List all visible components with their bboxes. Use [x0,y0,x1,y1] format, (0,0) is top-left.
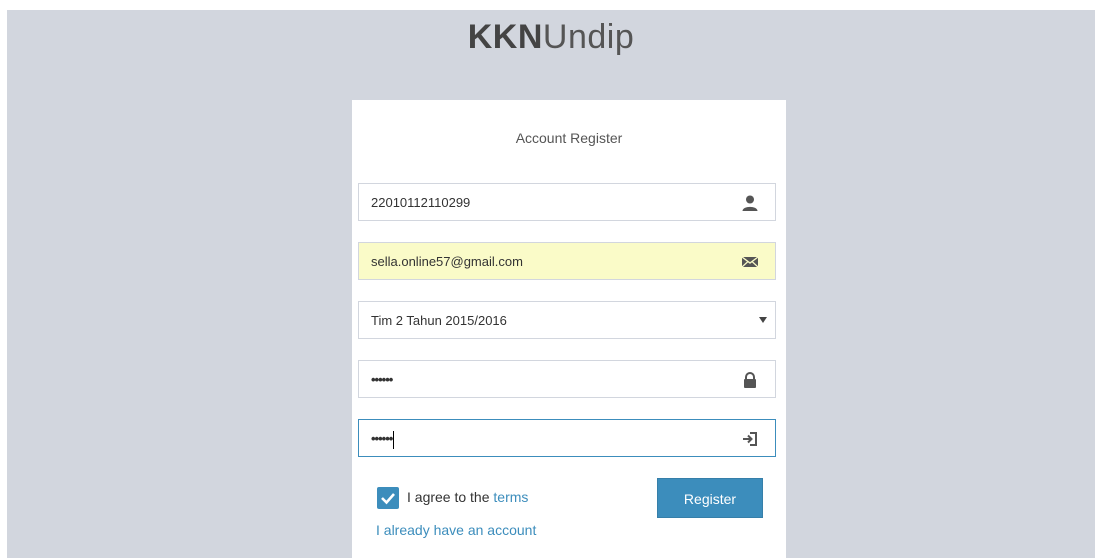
envelope-icon [741,256,759,268]
page-background: KKNUndip Account Register 22010112110299… [7,10,1095,558]
user-icon [742,195,758,211]
team-selected-value: Tim 2 Tahun 2015/2016 [371,313,507,328]
email-value: sella.online57@gmail.com [371,254,523,269]
log-in-icon [743,432,757,446]
agree-checkbox[interactable] [377,487,399,509]
brand-logo-light: Undip [542,18,635,56]
email-field[interactable]: sella.online57@gmail.com [358,242,776,280]
brand-logo: KKNUndip [7,18,1095,57]
agree-label: I agree to the terms [407,489,528,505]
password-field[interactable]: •••••• [358,360,776,398]
brand-logo-bold: KKN [467,18,543,56]
register-box: Account Register 22010112110299 sella.on… [352,100,786,558]
confirm-password-value: •••••• [371,431,393,446]
register-button[interactable]: Register [657,478,763,518]
check-icon [381,493,395,505]
lock-icon [744,372,756,388]
terms-link[interactable]: terms [493,489,528,505]
agree-prefix: I agree to the [407,489,494,505]
nim-field[interactable]: 22010112110299 [358,183,776,221]
chevron-down-icon [759,317,767,323]
confirm-password-wrap: •••••• [371,420,395,458]
text-caret [393,430,395,449]
have-account-link[interactable]: I already have an account [376,522,536,538]
register-title: Account Register [515,130,623,146]
nim-value: 22010112110299 [371,195,471,210]
team-select[interactable]: Tim 2 Tahun 2015/2016 [358,301,776,339]
password-value: •••••• [371,372,393,387]
confirm-password-field[interactable]: •••••• [358,419,776,457]
